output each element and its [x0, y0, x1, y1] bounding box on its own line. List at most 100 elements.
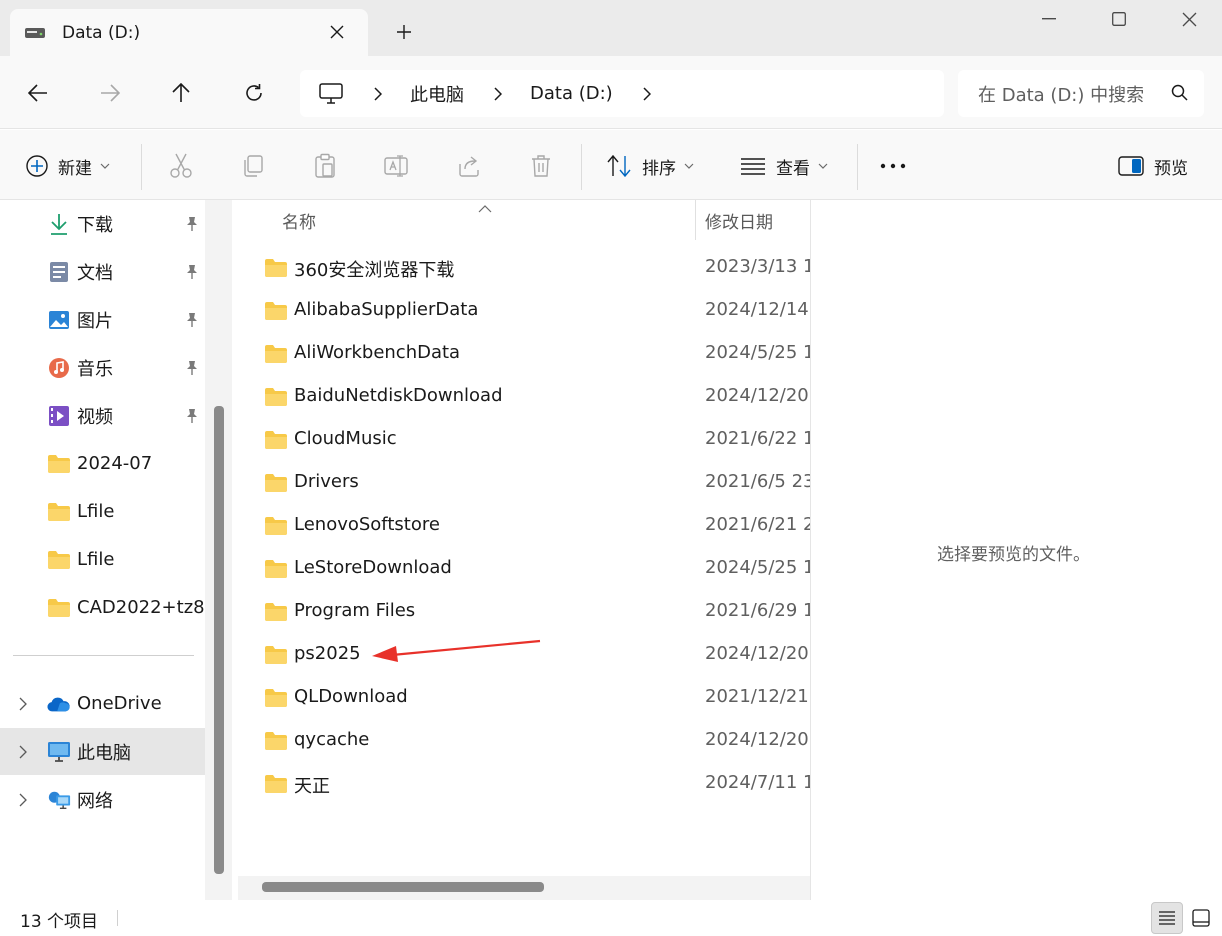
pin-icon[interactable] — [182, 310, 202, 330]
preview-pane-button[interactable]: 预览 — [1116, 146, 1188, 186]
view-label: 查看 — [776, 158, 810, 179]
file-name: Program Files — [294, 600, 416, 621]
address-bar[interactable]: 此电脑 Data (D:) — [300, 70, 944, 117]
share-button[interactable] — [454, 146, 484, 186]
scissors-icon — [166, 151, 196, 181]
paste-button[interactable] — [310, 146, 340, 186]
file-row[interactable]: CloudMusic 2021/6/22 1 — [232, 418, 810, 461]
sidebar-item-2024-07[interactable]: 2024-07 — [0, 440, 205, 487]
breadcrumb-data-drive[interactable]: Data (D:) — [530, 83, 613, 104]
column-header-name[interactable]: 名称 — [282, 200, 316, 240]
tab-title: Data (D:) — [62, 22, 141, 43]
column-header-date[interactable]: 修改日期 — [705, 200, 773, 240]
breadcrumb-this-pc[interactable]: 此电脑 — [410, 81, 464, 107]
up-button[interactable] — [164, 76, 198, 110]
onedrive-icon — [47, 692, 71, 716]
clipboard-icon — [310, 151, 340, 181]
cut-button[interactable] — [166, 146, 196, 186]
file-row[interactable]: LeStoreDownload 2024/5/25 1 — [232, 547, 810, 590]
video-icon — [47, 404, 71, 428]
folder-icon — [47, 548, 71, 572]
file-date: 2024/12/20 — [705, 643, 809, 664]
search-input[interactable]: 在 Data (D:) 中搜索 — [978, 81, 1146, 107]
file-row[interactable]: AlibabaSupplierData 2024/12/14 — [232, 289, 810, 332]
file-date: 2024/12/20 — [705, 729, 809, 750]
chevron-right-icon[interactable] — [14, 791, 32, 809]
copy-button[interactable] — [238, 146, 268, 186]
file-row[interactable]: BaiduNetdiskDownload 2024/12/20 — [232, 375, 810, 418]
sidebar-item-videos[interactable]: 视频 — [0, 392, 205, 439]
sidebar-item-label: Lfile — [77, 549, 115, 570]
folder-icon — [264, 688, 288, 708]
folder-icon — [264, 731, 288, 751]
search-box[interactable]: 在 Data (D:) 中搜索 — [958, 70, 1204, 117]
tab-data-drive[interactable]: Data (D:) — [10, 9, 368, 56]
details-view-button[interactable] — [1151, 902, 1183, 934]
column-divider[interactable] — [695, 200, 696, 240]
sidebar-item-music[interactable]: 音乐 — [0, 344, 205, 391]
sidebar-item-label: 网络 — [77, 790, 113, 812]
plus-circle-icon — [22, 151, 52, 181]
chevron-right-icon[interactable] — [14, 695, 32, 713]
delete-button[interactable] — [526, 146, 556, 186]
sidebar-item-label: 此电脑 — [77, 742, 131, 764]
sidebar-item-lfile-2[interactable]: Lfile — [0, 536, 205, 583]
refresh-button[interactable] — [237, 76, 271, 110]
sidebar-item-lfile[interactable]: Lfile — [0, 488, 205, 535]
new-tab-button[interactable] — [390, 18, 418, 46]
toolbar-divider — [141, 144, 142, 190]
file-name: LenovoSoftstore — [294, 514, 440, 535]
tiles-view-button[interactable] — [1185, 902, 1217, 934]
sidebar-item-downloads[interactable]: 下载 — [0, 200, 205, 247]
file-row[interactable]: LenovoSoftstore 2021/6/21 2 — [232, 504, 810, 547]
file-name: Drivers — [294, 471, 359, 492]
rename-button[interactable] — [382, 146, 412, 186]
file-row[interactable]: AliWorkbenchData 2024/5/25 1 — [232, 332, 810, 375]
pin-icon[interactable] — [182, 358, 202, 378]
folder-icon — [264, 602, 288, 622]
new-button[interactable]: 新建 — [22, 146, 110, 186]
forward-button[interactable] — [93, 76, 127, 110]
pin-icon[interactable] — [182, 214, 202, 234]
close-tab-icon[interactable] — [324, 19, 350, 45]
folder-icon — [264, 258, 288, 278]
horizontal-scrollbar-thumb[interactable] — [262, 882, 544, 892]
file-name: AlibabaSupplierData — [294, 299, 479, 320]
document-icon — [47, 260, 71, 284]
back-button[interactable] — [21, 76, 55, 110]
chevron-right-icon[interactable] — [490, 86, 506, 101]
sidebar-scrollbar-thumb[interactable] — [214, 406, 224, 874]
maximize-button[interactable] — [1096, 4, 1142, 34]
search-icon[interactable] — [1170, 83, 1190, 103]
file-name: ps2025 — [294, 643, 361, 664]
minimize-button[interactable] — [1026, 4, 1072, 34]
close-window-button[interactable] — [1166, 4, 1212, 34]
folder-icon — [264, 473, 288, 493]
file-row[interactable]: ps2025 2024/12/20 — [232, 633, 810, 676]
sidebar-item-label: 2024-07 — [77, 453, 153, 474]
chevron-right-icon[interactable] — [14, 743, 32, 761]
file-list: 名称 修改日期 360安全浏览器下载 2023/3/13 1 AlibabaSu… — [232, 200, 810, 900]
file-row[interactable]: 360安全浏览器下载 2023/3/13 1 — [232, 246, 810, 289]
file-row[interactable]: Program Files 2021/6/29 1 — [232, 590, 810, 633]
tiles-view-icon — [1192, 909, 1210, 927]
sidebar-item-this-pc[interactable]: 此电脑 — [0, 728, 205, 775]
sidebar-item-cad2022[interactable]: CAD2022+tz8. — [0, 584, 205, 631]
this-pc-icon — [47, 740, 71, 764]
chevron-right-icon[interactable] — [370, 86, 386, 101]
sort-button[interactable]: 排序 — [604, 146, 694, 186]
view-button[interactable]: 查看 — [738, 146, 828, 186]
sidebar-item-network[interactable]: 网络 — [0, 776, 205, 823]
file-row[interactable]: Drivers 2021/6/5 23 — [232, 461, 810, 504]
sidebar-item-documents[interactable]: 文档 — [0, 248, 205, 295]
chevron-right-icon[interactable] — [639, 86, 655, 101]
file-row[interactable]: qycache 2024/12/20 — [232, 719, 810, 762]
sidebar-item-pictures[interactable]: 图片 — [0, 296, 205, 343]
pin-icon[interactable] — [182, 262, 202, 282]
sidebar-item-onedrive[interactable]: OneDrive — [0, 680, 205, 727]
file-row[interactable]: QLDownload 2021/12/21 — [232, 676, 810, 719]
file-row[interactable]: 天正 2024/7/11 1 — [232, 762, 810, 805]
more-options-button[interactable] — [878, 146, 908, 186]
pin-icon[interactable] — [182, 406, 202, 426]
file-date: 2021/6/21 2 — [705, 514, 810, 535]
